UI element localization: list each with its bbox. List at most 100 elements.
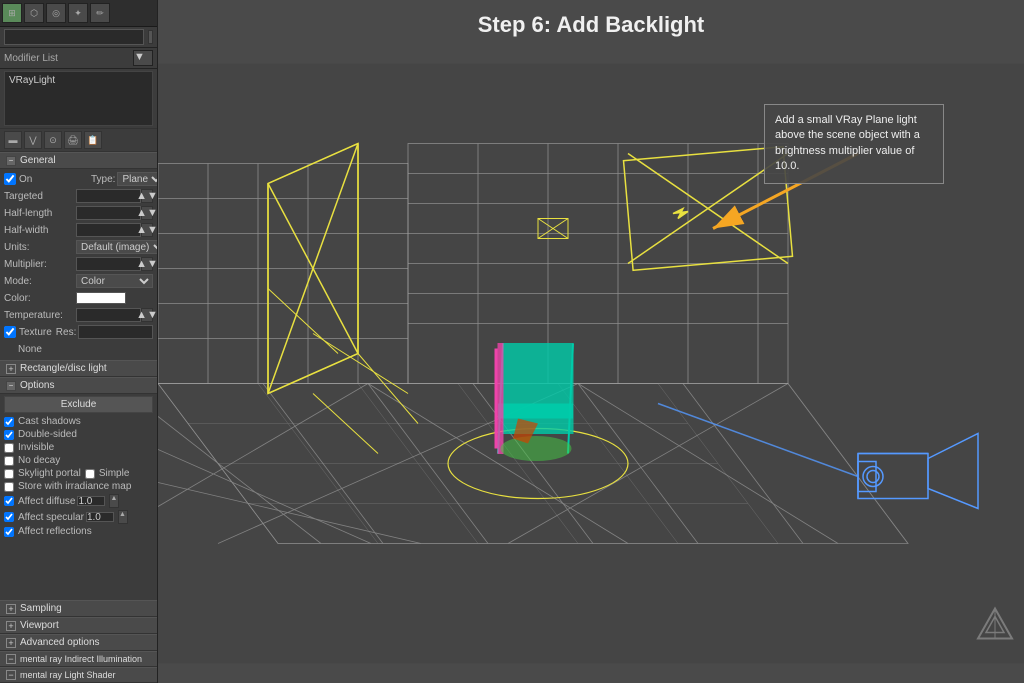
halfwidth-input[interactable]: 11.790	[76, 223, 141, 237]
store-irr-row: Store with irradiance map	[0, 480, 157, 493]
targeted-input[interactable]: 200.0	[76, 189, 141, 203]
mental-ray-indirect-row[interactable]: − mental ray Indirect Illumination	[0, 651, 157, 667]
mental-ray-shader-row[interactable]: − mental ray Light Shader	[0, 667, 157, 683]
no-decay-checkbox[interactable]	[4, 456, 14, 466]
units-select[interactable]: Default (image)	[76, 240, 158, 254]
viewport-label: Viewport	[20, 620, 59, 631]
mode-select[interactable]: Color	[76, 274, 153, 288]
rectangle-disc-expand-icon: +	[6, 364, 16, 374]
mini-btn-copy[interactable]: 📋	[84, 131, 102, 149]
object-name-input[interactable]: VRayLight004	[4, 29, 144, 45]
skylight-checkbox[interactable]	[4, 469, 14, 479]
affect-specular-checkbox[interactable]	[4, 512, 14, 522]
viewport-row[interactable]: + Viewport	[0, 617, 157, 634]
affect-diffuse-row: Affect diffuse ▲	[0, 493, 157, 509]
halflength-input[interactable]: 13.696	[76, 206, 141, 220]
advanced-options-expand-icon: +	[6, 638, 16, 648]
affect-diffuse-spinner[interactable]: ▲	[109, 494, 119, 508]
multiplier-row: Multiplier: 10.0 ▲▼	[4, 256, 153, 272]
bottom-sections: + Sampling + Viewport + Advanced options…	[0, 600, 157, 683]
simple-checkbox[interactable]	[85, 469, 95, 479]
skylight-label: Skylight portal	[18, 468, 81, 479]
options-section-header[interactable]: − Options	[0, 377, 157, 394]
mini-btn-print[interactable]: 🖨	[64, 131, 82, 149]
main-area: Step 6: Add Backlight	[158, 0, 1024, 683]
invisible-checkbox[interactable]	[4, 443, 14, 453]
double-sided-label: Double-sided	[18, 429, 77, 440]
toolbar-btn-1[interactable]: ⊞	[2, 3, 22, 23]
res-label: Res:	[56, 327, 77, 338]
targeted-spinner[interactable]: ▲▼	[141, 189, 153, 203]
no-decay-row: No decay	[0, 454, 157, 467]
affect-reflections-row: Affect reflections	[0, 525, 157, 538]
vraylight-box: VRayLight	[4, 71, 153, 126]
texture-checkbox[interactable]	[4, 326, 16, 338]
modifier-row: Modifier List ▼	[0, 48, 157, 69]
texture-row: Texture Res: 512	[4, 324, 153, 340]
rectangle-disc-row[interactable]: + Rectangle/disc light	[0, 360, 157, 377]
sampling-label: Sampling	[20, 603, 62, 614]
units-row: Units: Default (image)	[4, 239, 153, 255]
toolbar-btn-2[interactable]: ⬡	[24, 3, 44, 23]
mental-ray-indirect-label: mental ray Indirect Illumination	[20, 654, 142, 664]
affect-diffuse-checkbox[interactable]	[4, 496, 14, 506]
multiplier-label: Multiplier:	[4, 259, 76, 270]
general-section-header[interactable]: − General	[0, 152, 157, 169]
sampling-expand-icon: +	[6, 604, 16, 614]
affect-specular-label: Affect specular	[18, 512, 84, 523]
on-label: On	[19, 174, 91, 185]
store-irr-checkbox[interactable]	[4, 482, 14, 492]
affect-diffuse-label: Affect diffuse	[18, 496, 75, 507]
mini-btn-pin[interactable]: ▬	[4, 131, 22, 149]
object-color-swatch[interactable]	[148, 30, 153, 44]
on-checkbox[interactable]	[4, 173, 16, 185]
multiplier-input[interactable]: 10.0	[76, 257, 141, 271]
units-label: Units:	[4, 242, 76, 253]
affect-reflections-checkbox[interactable]	[4, 527, 14, 537]
color-label: Color:	[4, 293, 76, 304]
type-select[interactable]: Plane	[117, 172, 158, 186]
mini-btn-circle[interactable]: ⊙	[44, 131, 62, 149]
skylight-row: Skylight portal Simple	[0, 467, 157, 480]
type-label: Type:	[91, 174, 115, 185]
halflength-spinner[interactable]: ▲▼	[141, 206, 153, 220]
annotation-text: Add a small VRay Plane light above the s…	[775, 114, 920, 172]
targeted-row: Targeted 200.0 ▲▼	[4, 188, 153, 204]
no-decay-label: No decay	[18, 455, 60, 466]
temperature-row: Temperature: 6500.0 ▲▼	[4, 307, 153, 323]
modifier-list-label: Modifier List	[4, 53, 131, 64]
advanced-options-row[interactable]: + Advanced options	[0, 634, 157, 651]
sampling-row[interactable]: + Sampling	[0, 600, 157, 617]
modifier-list-dropdown[interactable]: ▼	[133, 50, 153, 66]
affect-specular-spinner[interactable]: ▲	[118, 510, 128, 524]
left-panel: ⊞ ⬡ ◎ ✦ ✏ VRayLight004 Modifier List ▼ V…	[0, 0, 158, 683]
mode-row: Mode: Color	[4, 273, 153, 289]
cast-shadows-row: Cast shadows	[0, 415, 157, 428]
temperature-input[interactable]: 6500.0	[76, 308, 141, 322]
multiplier-spinner[interactable]: ▲▼	[141, 257, 153, 271]
toolbar-btn-5[interactable]: ✏	[90, 3, 110, 23]
top-toolbar: ⊞ ⬡ ◎ ✦ ✏	[0, 0, 157, 27]
mode-label: Mode:	[4, 276, 76, 287]
toolbar-btn-3[interactable]: ◎	[46, 3, 66, 23]
step-title: Step 6: Add Backlight	[158, 0, 1024, 44]
affect-specular-row: Affect specular ▲	[0, 509, 157, 525]
toolbar-btn-4[interactable]: ✦	[68, 3, 88, 23]
color-swatch[interactable]	[76, 292, 126, 304]
temperature-spinner[interactable]: ▲▼	[141, 308, 153, 322]
invisible-label: Invisible	[18, 442, 54, 453]
double-sided-checkbox[interactable]	[4, 430, 14, 440]
halfwidth-spinner[interactable]: ▲▼	[141, 223, 153, 237]
mental-ray-shader-label: mental ray Light Shader	[20, 670, 116, 680]
affect-specular-value[interactable]	[86, 512, 114, 522]
store-irr-label: Store with irradiance map	[18, 481, 131, 492]
affect-diffuse-value[interactable]	[77, 496, 105, 506]
vraylight-item[interactable]: VRayLight	[9, 74, 148, 87]
cast-shadows-label: Cast shadows	[18, 416, 81, 427]
halflength-label: Half-length	[4, 208, 76, 219]
temperature-label: Temperature:	[4, 310, 76, 321]
mini-btn-track[interactable]: ⋁	[24, 131, 42, 149]
cast-shadows-checkbox[interactable]	[4, 417, 14, 427]
exclude-button[interactable]: Exclude	[4, 396, 153, 413]
res-input[interactable]: 512	[78, 325, 153, 339]
